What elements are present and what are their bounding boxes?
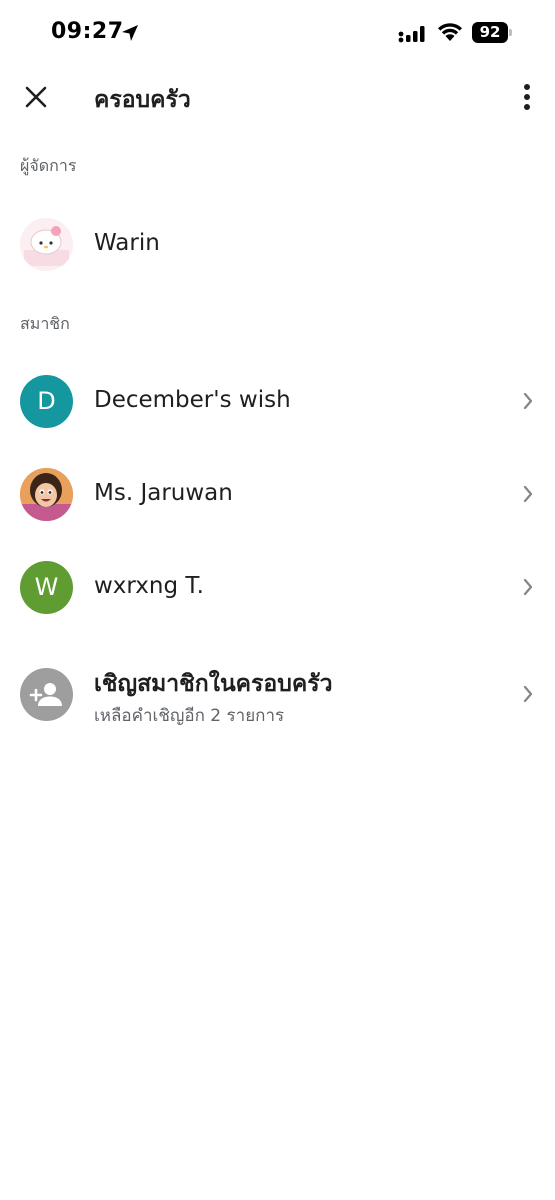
more-options-icon[interactable]: [512, 80, 542, 114]
member-avatar-image: [20, 468, 73, 521]
status-bar: 09:27 92: [0, 0, 555, 66]
chevron-right-icon: [523, 685, 533, 703]
avatar: [20, 668, 73, 721]
member-name: Ms. Jaruwan: [94, 480, 233, 506]
close-icon[interactable]: [22, 83, 50, 111]
member-row-wxrxng[interactable]: W wxrxng T.: [0, 547, 555, 627]
battery-cap: [509, 29, 512, 36]
avatar: W: [20, 561, 73, 614]
wifi-icon: [438, 23, 462, 41]
family-page: 09:27 92 ครอบครัว ผู้จัดการ Warin สมาชิก…: [0, 0, 555, 1200]
location-arrow-icon: [122, 25, 138, 41]
member-row-december[interactable]: D December's wish: [0, 361, 555, 441]
section-header-manager: ผู้จัดการ: [20, 156, 77, 175]
section-header-members: สมาชิก: [20, 314, 70, 333]
battery-indicator: 92: [472, 22, 512, 44]
invite-title: เชิญสมาชิกในครอบครัว: [94, 671, 333, 697]
avatar: D: [20, 375, 73, 428]
page-title: ครอบครัว: [94, 87, 191, 113]
manager-avatar-image: [20, 218, 73, 271]
battery-level: 92: [472, 22, 508, 43]
manager-row[interactable]: Warin: [0, 204, 555, 284]
chevron-right-icon: [523, 578, 533, 596]
add-person-icon: [29, 683, 62, 706]
member-name: December's wish: [94, 387, 291, 413]
invite-member-row[interactable]: เชิญสมาชิกในครอบครัว เหลือคำเชิญอีก 2 รา…: [0, 652, 555, 738]
app-bar: ครอบครัว: [0, 66, 555, 130]
avatar: [20, 218, 73, 271]
chevron-right-icon: [523, 392, 533, 410]
cellular-signal-icon: [398, 26, 425, 43]
status-time: 09:27: [51, 19, 124, 44]
chevron-right-icon: [523, 485, 533, 503]
member-row-jaruwan[interactable]: Ms. Jaruwan: [0, 454, 555, 534]
avatar: [20, 468, 73, 521]
manager-name: Warin: [94, 230, 160, 256]
invite-subtitle: เหลือคำเชิญอีก 2 รายการ: [94, 706, 285, 726]
member-name: wxrxng T.: [94, 573, 204, 599]
